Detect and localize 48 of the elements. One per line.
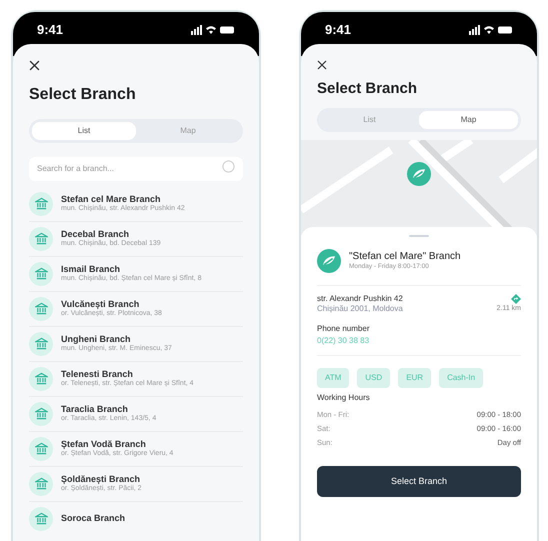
segment-tab[interactable]: Map: [419, 111, 518, 129]
close-icon[interactable]: [317, 60, 327, 70]
branch-name: Stefan cel Mare Branch: [61, 194, 162, 204]
branch-name: Decebal Branch: [61, 228, 130, 240]
branch-name: Ismail Branch: [61, 264, 122, 274]
bank-icon: [29, 296, 53, 320]
segment-tab[interactable]: List: [32, 122, 136, 140]
branch-name: Ștefan Vodă Branch: [61, 438, 147, 450]
screen-title: Select Branch: [29, 84, 137, 104]
branch-name: "Stefan cel Mare" Branch: [349, 250, 461, 263]
screen-title: Select Branch: [317, 78, 418, 98]
status-icons: [469, 24, 513, 35]
bank-icon: [29, 436, 53, 460]
bank-icon: [29, 472, 53, 496]
close-icon[interactable]: [29, 60, 40, 70]
directions-icon[interactable]: [511, 294, 521, 304]
search-field[interactable]: Search for a branch...: [29, 156, 243, 180]
status-time: 9:41: [37, 21, 64, 39]
select-branch-button[interactable]: Select Branch: [317, 466, 521, 497]
service-tag: USD: [357, 368, 390, 388]
service-tag: ATM: [317, 368, 350, 388]
branch-name: Ungheni Branch: [61, 334, 132, 344]
status-icons: [191, 24, 235, 35]
branch-name: Vulcănești Branch: [61, 298, 140, 310]
bank-icon: [29, 366, 53, 390]
branch-street: str. Alexandr Pushkin 42: [317, 294, 403, 304]
bank-icon: [29, 226, 53, 250]
branch-name: Telenesti Branch: [61, 368, 134, 380]
bank-icon: [29, 402, 53, 426]
service-tag: EUR: [398, 368, 432, 388]
branch-city: Chișinău 2001, Moldova: [317, 304, 403, 314]
service-tag: Cash-In: [439, 368, 484, 388]
status-time: 9:41: [325, 21, 352, 39]
bank-icon: [29, 332, 53, 356]
search-icon: [222, 160, 235, 172]
branch-list-item[interactable]: Soroca Branch: [29, 502, 243, 536]
working-hours-title: Working Hours: [317, 392, 371, 404]
drag-handle[interactable]: [409, 235, 429, 237]
branch-name: Șoldănești Branch: [61, 474, 142, 484]
bank-icon: [29, 506, 53, 530]
phone-label: Phone number: [317, 322, 370, 334]
map-drawing[interactable]: [301, 140, 537, 235]
bank-icon: [29, 192, 53, 216]
branch-name: Soroca Branch: [61, 512, 126, 524]
branch-name: Taraclia Branch: [61, 404, 129, 414]
branch-logo-icon: [317, 249, 341, 273]
bank-icon: [29, 262, 53, 286]
branch-logo-icon: [407, 162, 431, 186]
